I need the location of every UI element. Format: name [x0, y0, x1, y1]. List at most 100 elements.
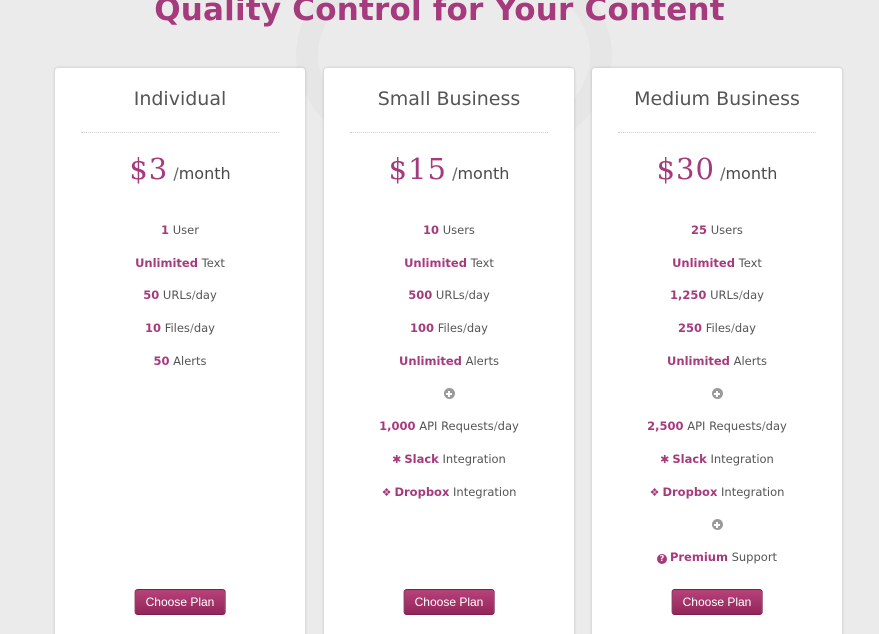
feature-item: ❖ Dropbox Integration — [324, 480, 574, 513]
feature-label: Integration — [442, 451, 506, 466]
divider — [618, 132, 816, 133]
feature-value: 50 — [153, 353, 170, 368]
feature-value: Premium — [669, 549, 728, 564]
feature-value: 100 — [410, 321, 435, 336]
feature-value: Dropbox — [662, 484, 718, 499]
feature-item: 2,500 API Requests/day — [592, 414, 842, 447]
question-circle-icon: ? — [656, 553, 667, 564]
feature-divider — [592, 512, 842, 545]
feature-item: 10 Files/day — [55, 316, 305, 349]
feature-divider — [324, 381, 574, 414]
feature-list: 25 Users Unlimited Text 1,250 URLs/day 250 … — [592, 218, 842, 578]
feature-label: API Requests — [687, 419, 762, 434]
feature-list: 1 User Unlimited Text 50 URLs/day 10 Files/… — [55, 218, 305, 381]
choose-plan-button[interactable]: Choose Plan — [403, 589, 495, 615]
feature-value: 250 — [678, 321, 703, 336]
plan-name: Medium Business — [634, 88, 800, 110]
feature-item: 500 URLs/day — [324, 283, 574, 316]
feature-label: Integration — [710, 451, 774, 466]
feature-unit: day — [742, 288, 764, 303]
dropbox-icon: ❖ — [649, 485, 660, 499]
feature-label: Text — [470, 255, 494, 270]
divider — [81, 132, 279, 133]
plan-price: $30 /month — [592, 152, 842, 186]
plus-circle-icon — [443, 388, 455, 400]
divider — [350, 132, 548, 133]
feature-label: URLs — [710, 288, 739, 303]
feature-item: 1,250 URLs/day — [592, 283, 842, 316]
feature-value: Unlimited — [667, 353, 730, 368]
slack-icon: ✱ — [660, 452, 670, 466]
price-amount: $3 — [129, 152, 169, 186]
plan-card-medium-business: Medium Business $30 /month 25 Users Unlim… — [592, 68, 842, 634]
feature-item: ✱ Slack Integration — [324, 447, 574, 480]
feature-item: ❖ Dropbox Integration — [592, 480, 842, 513]
feature-value: 1,250 — [670, 288, 707, 303]
price-period: /month — [720, 164, 778, 183]
feature-item: 50 URLs/day — [55, 283, 305, 316]
feature-item: Unlimited Alerts — [592, 349, 842, 382]
feature-value: 500 — [408, 288, 433, 303]
feature-label: API Requests — [419, 419, 494, 434]
feature-value: Unlimited — [399, 353, 462, 368]
feature-item: 25 Users — [592, 218, 842, 251]
feature-label: Text — [201, 255, 225, 270]
feature-unit: day — [497, 419, 519, 434]
feature-label: Alerts — [173, 353, 207, 368]
choose-plan-button[interactable]: Choose Plan — [671, 589, 763, 615]
pricing-page: Quality Control for Your Content Individ… — [0, 0, 879, 634]
feature-label: User — [172, 223, 199, 237]
feature-value: Unlimited — [672, 255, 735, 270]
feature-item: 250 Files/day — [592, 316, 842, 349]
feature-unit: day — [193, 321, 215, 336]
feature-item: 50 Alerts — [55, 349, 305, 382]
feature-unit: day — [765, 419, 787, 434]
page-title: Quality Control for Your Content — [154, 0, 725, 28]
feature-label: URLs — [435, 288, 465, 303]
feature-unit: day — [466, 321, 488, 336]
feature-label: Integration — [453, 484, 517, 499]
feature-item: 1,000 API Requests/day — [324, 414, 574, 447]
feature-item: Unlimited Text — [324, 251, 574, 284]
feature-item: Unlimited Alerts — [324, 349, 574, 382]
plus-circle-icon — [711, 519, 723, 531]
feature-list: 10 Users Unlimited Text 500 URLs/day 100 Fi… — [324, 218, 574, 512]
price-period: /month — [452, 164, 510, 183]
slack-icon: ✱ — [392, 452, 402, 466]
feature-item: Unlimited Text — [55, 251, 305, 284]
feature-label: Integration — [721, 484, 785, 499]
dropbox-icon: ❖ — [381, 485, 392, 499]
feature-unit: day — [734, 321, 756, 336]
feature-item: 1 User — [55, 218, 305, 251]
price-period: /month — [173, 164, 231, 183]
feature-value: Slack — [404, 451, 439, 466]
feature-item: ✱ Slack Integration — [592, 447, 842, 480]
plan-price: $3 /month — [55, 152, 305, 186]
feature-label: Files — [437, 321, 463, 336]
plan-card-individual: Individual $3 /month 1 User Unlimited Tex… — [55, 68, 305, 634]
feature-label: Files — [164, 321, 190, 336]
feature-label: Users — [442, 223, 475, 237]
feature-unit: day — [195, 288, 217, 303]
feature-label: Users — [710, 223, 743, 237]
feature-value: Unlimited — [135, 255, 198, 270]
feature-value: 1 — [161, 223, 170, 237]
feature-label: Support — [731, 549, 778, 564]
plan-name: Individual — [133, 88, 227, 110]
choose-plan-button[interactable]: Choose Plan — [134, 589, 226, 615]
plan-name: Small Business — [377, 88, 521, 110]
feature-value: 2,500 — [647, 419, 684, 434]
feature-value: Dropbox — [394, 484, 450, 499]
plus-circle-icon — [711, 388, 723, 400]
feature-label: Alerts — [465, 353, 499, 368]
feature-value: 10 — [423, 223, 440, 237]
feature-label: Text — [738, 255, 762, 270]
feature-divider — [592, 381, 842, 414]
plan-price: $15 /month — [324, 152, 574, 186]
feature-item: Unlimited Text — [592, 251, 842, 284]
plan-card-small-business: Small Business $15 /month 10 Users Unlimi… — [324, 68, 574, 634]
feature-value: 50 — [143, 288, 160, 303]
feature-item: ? Premium Support — [592, 545, 842, 578]
feature-value: 10 — [145, 321, 162, 336]
price-amount: $15 — [388, 152, 447, 186]
